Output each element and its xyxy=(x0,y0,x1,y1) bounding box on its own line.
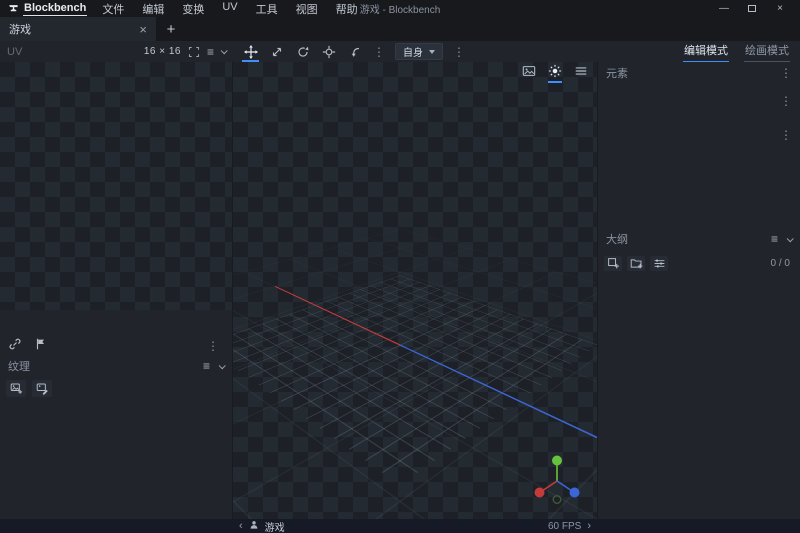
menu-tools[interactable]: 工具 xyxy=(247,0,287,18)
previous-preview-icon[interactable]: ‹ xyxy=(239,521,243,532)
left-sidebar-filler xyxy=(0,400,232,519)
main-toolbar: ⋮ 自身 ⋮ xyxy=(233,41,597,62)
image-icon[interactable] xyxy=(522,64,536,83)
maximize-icon xyxy=(748,5,756,12)
toolbar-band: UV 16 × 16 ≡ ⋮ xyxy=(0,41,800,62)
uv-gap xyxy=(0,310,232,336)
statusbar-right xyxy=(597,519,800,533)
uv-panel-title: UV xyxy=(7,46,22,58)
transform-space-dropdown[interactable]: 自身 xyxy=(395,43,443,60)
import-texture-button[interactable] xyxy=(6,380,26,397)
caret-down-icon xyxy=(429,50,435,54)
element-row-overflow-icon-2[interactable]: ⋮ xyxy=(780,129,792,141)
main-area: ⋮ 纹理 ≡ xyxy=(0,62,800,519)
outliner-collapse-icon[interactable] xyxy=(787,237,792,242)
outliner-toolbar: 0 / 0 xyxy=(598,250,800,276)
view-gizmo[interactable] xyxy=(529,451,585,507)
project-tabbar: 游戏 × + xyxy=(0,17,800,41)
flag-icon[interactable] xyxy=(34,337,48,356)
element-row-1: ⋮ xyxy=(598,84,800,118)
menu-view[interactable]: 视图 xyxy=(287,0,327,18)
texture-panel-title: 纹理 xyxy=(8,358,30,374)
outliner-panel-title: 大纲 xyxy=(606,231,628,247)
fps-counter: 60 FPS xyxy=(548,521,581,532)
right-sidebar: 元素 ⋮ ⋮ ⋮ 大纲 ≡ xyxy=(597,62,800,519)
frame-view-icon[interactable] xyxy=(188,46,200,58)
toolbar-overflow-icon-2[interactable]: ⋮ xyxy=(448,46,470,58)
texture-menu-icon[interactable]: ≡ xyxy=(203,360,210,372)
preview-name: 游戏 xyxy=(265,519,285,533)
blockbench-logo-icon xyxy=(8,3,19,14)
vertex-snap-tool-button[interactable] xyxy=(342,41,367,62)
rotate-tool-button[interactable] xyxy=(290,41,315,62)
blockbench-window: Blockbench 文件 编辑 变换 UV 工具 视图 帮助 游戏 - Blo… xyxy=(0,0,800,533)
menubar: 文件 编辑 变换 UV 工具 视图 帮助 xyxy=(93,0,366,18)
outliner-options-button[interactable] xyxy=(650,256,668,271)
window-title: 游戏 - Blockbench xyxy=(360,1,441,16)
texture-panel-header: 纹理 ≡ xyxy=(0,356,232,376)
axis-z-line xyxy=(399,345,597,448)
left-sidebar: ⋮ 纹理 ≡ xyxy=(0,62,233,519)
resize-tool-button[interactable] xyxy=(264,41,289,62)
right-sidebar-spacer xyxy=(598,152,800,228)
project-tab-label: 游戏 xyxy=(9,21,31,37)
menu-transform[interactable]: 变换 xyxy=(173,0,213,18)
axis-x-line xyxy=(275,286,401,345)
menu-file[interactable]: 文件 xyxy=(93,0,133,18)
tab-close-icon[interactable]: × xyxy=(139,23,147,36)
link-icon[interactable] xyxy=(8,337,22,356)
statusbar-left xyxy=(0,519,233,533)
statusbar: ‹ 游戏 60 FPS › xyxy=(0,519,800,533)
maximize-button[interactable] xyxy=(738,0,766,17)
viewport-menu-icon[interactable] xyxy=(574,64,588,83)
add-cube-button[interactable] xyxy=(604,256,622,271)
create-texture-button[interactable] xyxy=(32,380,52,397)
elements-panel-title: 元素 xyxy=(606,65,628,81)
pivot-tool-button[interactable] xyxy=(316,41,341,62)
uv-panel-header: UV 16 × 16 ≡ xyxy=(0,41,233,62)
texture-collapse-icon[interactable] xyxy=(219,364,224,369)
close-button[interactable]: × xyxy=(766,0,794,17)
new-tab-button[interactable]: + xyxy=(156,17,186,41)
uv-toolbar: ⋮ xyxy=(0,336,232,356)
element-row-2: ⋮ xyxy=(598,118,800,152)
outliner-panel-header: 大纲 ≡ xyxy=(598,228,800,250)
mode-tabs: 编辑模式 绘画模式 xyxy=(597,41,800,62)
move-tool-button[interactable] xyxy=(238,41,263,62)
chevron-down-icon[interactable] xyxy=(221,49,226,54)
menu-uv[interactable]: UV xyxy=(213,0,246,18)
minimize-button[interactable]: — xyxy=(710,0,738,17)
uv-editor-canvas[interactable] xyxy=(0,62,232,310)
texture-actions xyxy=(0,376,232,400)
tab-edit-mode[interactable]: 编辑模式 xyxy=(683,40,729,63)
uv-size-label: 16 × 16 xyxy=(144,46,181,57)
app-brand: Blockbench xyxy=(23,2,87,16)
elements-panel-header: 元素 ⋮ xyxy=(598,62,800,84)
right-sidebar-filler xyxy=(598,276,800,519)
tab-paint-mode[interactable]: 绘画模式 xyxy=(744,40,790,63)
uv-overflow-icon[interactable]: ⋮ xyxy=(202,340,224,352)
element-row-overflow-icon[interactable]: ⋮ xyxy=(780,95,792,107)
outliner-menu-icon[interactable]: ≡ xyxy=(771,233,778,245)
viewport-3d[interactable] xyxy=(233,62,597,519)
lighting-sun-icon[interactable] xyxy=(548,64,562,83)
project-tab[interactable]: 游戏 × xyxy=(0,17,156,41)
add-group-button[interactable] xyxy=(627,256,645,271)
titlebar: Blockbench 文件 编辑 变换 UV 工具 视图 帮助 游戏 - Blo… xyxy=(0,0,800,17)
toolbar-overflow-icon[interactable]: ⋮ xyxy=(368,46,390,58)
viewport-toolbar xyxy=(522,64,588,83)
preview-icon xyxy=(249,520,259,533)
elements-overflow-icon[interactable]: ⋮ xyxy=(780,67,792,79)
next-preview-icon[interactable]: › xyxy=(587,521,591,532)
outliner-counter: 0 / 0 xyxy=(771,258,794,269)
panel-menu-icon[interactable]: ≡ xyxy=(207,46,214,58)
preview-navigation: ‹ 游戏 60 FPS › xyxy=(233,519,597,533)
menu-edit[interactable]: 编辑 xyxy=(133,0,173,18)
window-controls: — × xyxy=(710,0,794,17)
transform-space-value: 自身 xyxy=(403,44,423,59)
